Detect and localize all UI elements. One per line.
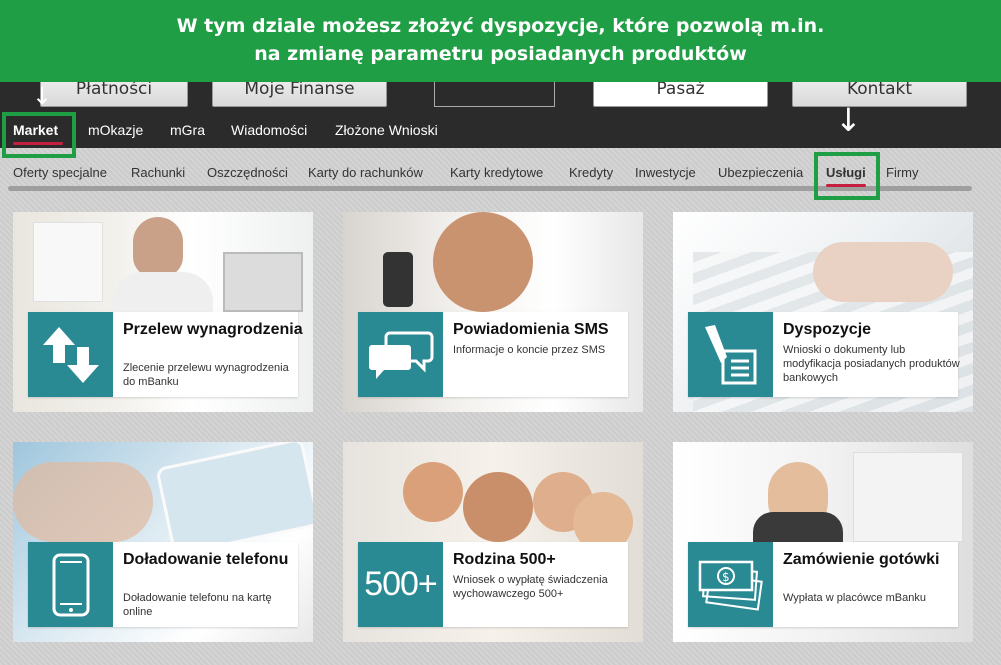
banknotes-icon: $: [688, 542, 773, 627]
card-zamowienie-gotowki[interactable]: $ Zamówienie gotówki Wypłata w placówce …: [673, 442, 973, 642]
svg-text:$: $: [722, 570, 730, 584]
card-title: Dyspozycje: [783, 321, 872, 338]
subnav-ubezpieczenia[interactable]: Ubezpieczenia: [718, 165, 803, 180]
card-desc: Doładowanie telefonu na kartę online: [123, 592, 272, 618]
subnav-karty-do-rachunkow[interactable]: Karty do rachunków: [308, 165, 423, 180]
smartphone-icon: [28, 542, 113, 627]
subnav-karty-kredytowe[interactable]: Karty kredytowe: [450, 165, 543, 180]
arrow-down-icon: ↓: [32, 82, 53, 110]
card-doladowanie-telefonu[interactable]: Doładowanie telefonu Doładowanie telefon…: [13, 442, 313, 642]
card-title: Powiadomienia SMS: [453, 321, 609, 338]
subnav-kredyty[interactable]: Kredyty: [569, 165, 613, 180]
nav-wiadomosci[interactable]: Wiadomości: [231, 122, 307, 138]
500-plus-label: 500+: [364, 565, 438, 603]
subnav-oferty-specjalne[interactable]: Oferty specjalne: [13, 165, 107, 180]
document-pen-icon: [688, 312, 773, 397]
card-title: Doładowanie telefonu: [123, 551, 289, 568]
subnav-rachunki[interactable]: Rachunki: [131, 165, 185, 180]
subnav-firmy[interactable]: Firmy: [886, 165, 919, 180]
card-title: Zamówienie gotówki: [783, 551, 940, 568]
subnav-oszczednosci[interactable]: Oszczędności: [207, 165, 288, 180]
highlight-box-uslugi: [814, 152, 880, 200]
card-rodzina-500[interactable]: 500+ Rodzina 500+ Wniosek o wypłatę świa…: [343, 442, 643, 642]
nav-zlozone-wnioski[interactable]: Złożone Wnioski: [335, 122, 438, 138]
card-title: Rodzina 500+: [453, 551, 556, 568]
nav-mgra[interactable]: mGra: [170, 122, 205, 138]
subnav-inwestycje[interactable]: Inwestycje: [635, 165, 696, 180]
card-dyspozycje[interactable]: Dyspozycje Wnioski o dokumenty lub modyf…: [673, 212, 973, 412]
banner-line-1: W tym dziale możesz złożyć dyspozycje, k…: [176, 15, 825, 37]
card-powiadomienia-sms[interactable]: Powiadomienia SMS Informacje o koncie pr…: [343, 212, 643, 412]
card-desc: Informacje o koncie przez SMS: [453, 344, 606, 356]
banner-line-2: na zmianę parametru posiadanych produktó…: [254, 43, 747, 65]
card-title: Przelew wynagrodzenia: [123, 321, 303, 338]
card-desc: Wypłata w placówce mBanku: [783, 592, 926, 604]
card-desc: Wnioski o dokumenty lub modyfikacja posi…: [783, 344, 960, 384]
chat-bubbles-icon: [358, 312, 443, 397]
arrow-down-icon: ↓: [835, 101, 862, 139]
instruction-banner: W tym dziale możesz złożyć dyspozycje, k…: [0, 0, 1001, 82]
transfer-arrows-icon: [28, 312, 113, 397]
card-desc: Zlecenie przelewu wynagrodzenia do mBank…: [123, 362, 289, 388]
500-plus-icon: 500+: [358, 542, 443, 627]
card-przelew-wynagrodzenia[interactable]: Przelew wynagrodzenia Zlecenie przelewu …: [13, 212, 313, 412]
card-desc: Wniosek o wypłatę świadczenia wychowawcz…: [453, 574, 608, 600]
nav-mokazje[interactable]: mOkazje: [88, 122, 143, 138]
